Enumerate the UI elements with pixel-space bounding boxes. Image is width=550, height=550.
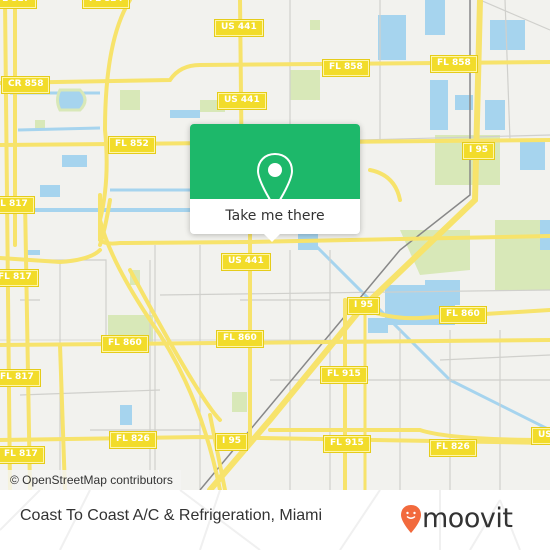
moovit-pin-icon <box>401 505 421 533</box>
map-attribution[interactable]: © OpenStreetMap contributors <box>0 470 181 490</box>
route-shield-cr858: CR 858 <box>0 76 51 94</box>
route-shield-fl915: FL 915 <box>323 435 371 453</box>
route-shield-fl860: FL 860 <box>101 335 149 353</box>
route-shield-fl817: FL 817 <box>0 269 39 287</box>
place-title: Coast To Coast A/C & Refrigeration, Miam… <box>20 507 323 524</box>
route-shield-fl826: FL 826 <box>429 439 477 457</box>
popup-pointer <box>263 233 281 242</box>
route-shield-fl852: FL 852 <box>108 136 156 154</box>
route-shield-i95: I 95 <box>346 297 381 315</box>
take-me-there-button[interactable]: Take me there <box>190 199 360 234</box>
route-shield-fl858: FL 858 <box>322 59 370 77</box>
location-popup: Take me there <box>190 124 360 234</box>
map[interactable]: US 441 US 441 CR 858 FL 858 FL 858 FL 85… <box>0 0 550 490</box>
route-shield-us441: US 441 <box>221 253 271 271</box>
route-shield-fl858: FL 858 <box>430 55 478 73</box>
route-shield-fl817: FL 817 <box>0 0 37 9</box>
route-shield-fl824: FL 824 <box>82 0 130 9</box>
route-shield-fl817: FL 817 <box>0 196 35 214</box>
route-shield-i95: I 95 <box>461 142 496 160</box>
moovit-wordmark: moovit <box>422 503 513 534</box>
route-shield-fl860: FL 860 <box>216 330 264 348</box>
route-shield-fl817: FL 817 <box>0 369 41 387</box>
footer: Coast To Coast A/C & Refrigeration, Miam… <box>0 490 550 550</box>
route-shield-fl817: FL 817 <box>0 446 45 464</box>
route-shield-fl826: FL 826 <box>109 431 157 449</box>
moovit-logo[interactable]: moovit <box>400 502 540 536</box>
popup-header <box>190 124 360 210</box>
route-shield-fl860: FL 860 <box>439 306 487 324</box>
route-shield-us441: US 441 <box>214 19 264 37</box>
route-shield-i95: I 95 <box>214 433 249 451</box>
route-shield-us441: US 441 <box>217 92 267 110</box>
route-shield-us: US <box>531 427 550 445</box>
map-base-layer <box>0 0 550 490</box>
route-shield-fl915: FL 915 <box>320 366 368 384</box>
